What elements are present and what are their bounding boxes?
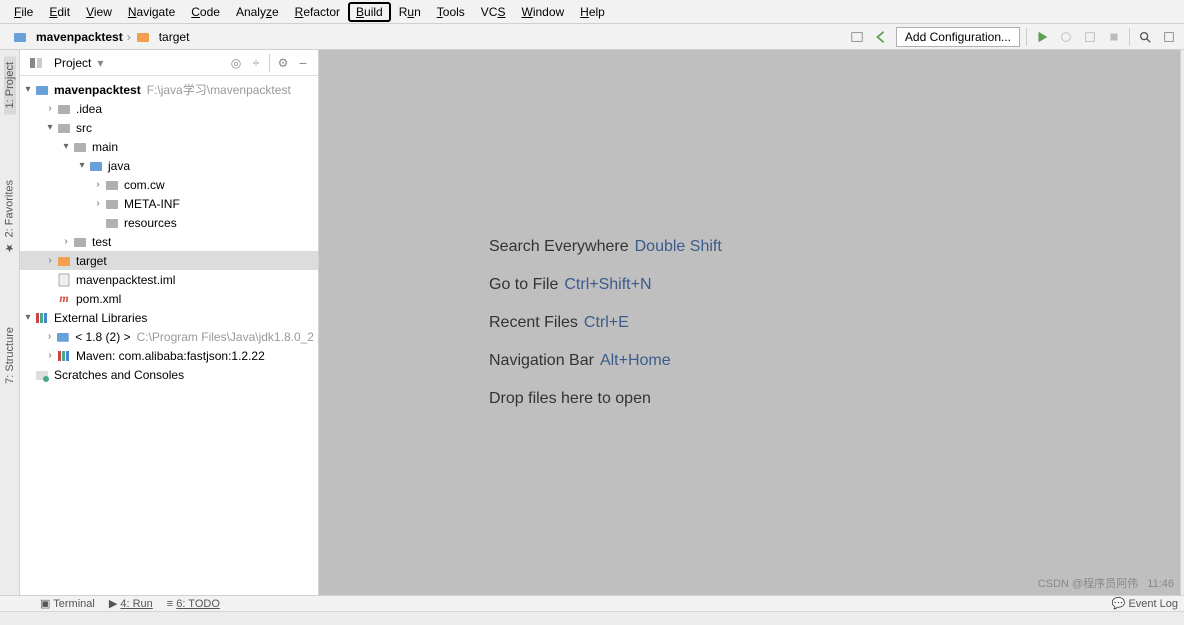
expand-all-icon[interactable]: ÷: [249, 56, 263, 70]
project-panel: Project ▾ ÷ ▾ mavenpacktest F:\java学习\mave…: [20, 50, 319, 595]
editor-empty-state[interactable]: Search EverywhereDouble Shift Go to File…: [319, 50, 1180, 595]
project-panel-header: Project ▾ ÷: [20, 50, 318, 76]
bottom-terminal[interactable]: ▣ Terminal: [40, 597, 95, 610]
tree-test[interactable]: ›test: [20, 232, 318, 251]
tree-root[interactable]: ▾mavenpacktestF:\java学习\mavenpacktest: [20, 80, 318, 99]
add-configuration-button[interactable]: Add Configuration...: [896, 27, 1020, 47]
workspace: 1: Project ★ 2: Favorites 7: Structure P…: [0, 50, 1184, 595]
bottom-eventlog[interactable]: 💬 Event Log: [1112, 597, 1178, 610]
menu-window[interactable]: Window: [513, 3, 572, 21]
tree-idea[interactable]: ›.idea: [20, 99, 318, 118]
coverage-icon[interactable]: [1081, 28, 1099, 46]
tab-project[interactable]: 1: Project: [4, 56, 16, 114]
menu-tools[interactable]: Tools: [429, 3, 473, 21]
tree-comcw[interactable]: ›com.cw: [20, 175, 318, 194]
menu-edit[interactable]: Edit: [41, 3, 78, 21]
menu-file[interactable]: File: [6, 3, 41, 21]
menu-vcs[interactable]: VCS: [473, 3, 514, 21]
menu-navigate[interactable]: Navigate: [120, 3, 183, 21]
gear-icon[interactable]: [276, 56, 290, 70]
select-opened-icon[interactable]: [229, 56, 243, 70]
divider: [1129, 28, 1130, 46]
iml-file-icon: [56, 272, 72, 288]
libraries-icon: [34, 310, 50, 326]
back-arrow-icon[interactable]: [872, 28, 890, 46]
run-icon[interactable]: [1033, 28, 1051, 46]
compass-icon[interactable]: [848, 28, 866, 46]
breadcrumb-item[interactable]: target: [159, 30, 190, 44]
bottom-run[interactable]: ▶ 4: Run: [109, 597, 153, 610]
hint-search: Search EverywhereDouble Shift: [489, 238, 722, 256]
tree-main[interactable]: ▾main: [20, 137, 318, 156]
breadcrumb-project[interactable]: mavenpacktest: [36, 30, 123, 44]
hint-goto: Go to FileCtrl+Shift+N: [489, 276, 652, 294]
project-tree[interactable]: ▾mavenpacktestF:\java学习\mavenpacktest ›.…: [20, 76, 318, 595]
module-icon: [34, 82, 50, 98]
hint-navbar: Navigation BarAlt+Home: [489, 352, 671, 370]
tree-jdk[interactable]: ›< 1.8 (2) >C:\Program Files\Java\jdk1.8…: [20, 327, 318, 346]
jdk-icon: [55, 329, 71, 345]
tree-root-label: mavenpacktest: [54, 83, 141, 97]
folder-icon: [72, 234, 88, 250]
folder-icon: [56, 101, 72, 117]
status-bar: [0, 611, 1184, 625]
tree-maven-lib[interactable]: ›Maven: com.alibaba:fastjson:1.2.22: [20, 346, 318, 365]
menu-code[interactable]: Code: [183, 3, 228, 21]
project-panel-title[interactable]: Project: [54, 56, 91, 70]
tree-iml[interactable]: ›mavenpacktest.iml: [20, 270, 318, 289]
debug-icon[interactable]: [1057, 28, 1075, 46]
resources-folder-icon: [104, 215, 120, 231]
menu-help[interactable]: Help: [572, 3, 613, 21]
watermark: CSDN @程序员阿伟 11:46: [1038, 575, 1174, 591]
bottom-todo[interactable]: ≡ 6: TODO: [167, 598, 220, 610]
hint-drop: Drop files here to open: [489, 390, 651, 408]
folder-icon: [56, 120, 72, 136]
tree-target[interactable]: ›target: [20, 251, 318, 270]
tree-external[interactable]: ▾External Libraries: [20, 308, 318, 327]
project-view-icon: [28, 55, 44, 71]
tree-root-path: F:\java学习\mavenpacktest: [147, 81, 291, 98]
folder-icon: [135, 29, 151, 45]
breadcrumb[interactable]: mavenpacktest › target: [6, 29, 844, 45]
library-icon: [56, 348, 72, 364]
maven-file-icon: m: [56, 291, 72, 307]
menu-analyze[interactable]: Analyze: [228, 3, 287, 21]
back-nav-icon[interactable]: [1160, 28, 1178, 46]
package-icon: [104, 177, 120, 193]
tab-structure[interactable]: 7: Structure: [4, 321, 16, 390]
menu-view[interactable]: View: [78, 3, 120, 21]
dropdown-icon[interactable]: ▾: [97, 56, 103, 70]
tree-java[interactable]: ▾java: [20, 156, 318, 175]
stop-icon[interactable]: [1105, 28, 1123, 46]
tree-metainf[interactable]: ›META-INF: [20, 194, 318, 213]
scratches-icon: [34, 367, 50, 383]
breadcrumb-sep: ›: [127, 30, 131, 44]
divider: [269, 54, 270, 72]
hint-recent: Recent FilesCtrl+E: [489, 314, 629, 332]
hide-icon[interactable]: [296, 56, 310, 70]
menu-build[interactable]: Build: [348, 2, 391, 22]
menu-run[interactable]: Run: [391, 3, 429, 21]
folder-icon: [104, 196, 120, 212]
divider: [1026, 28, 1027, 46]
module-icon: [12, 29, 28, 45]
tab-favorites[interactable]: ★ 2: Favorites: [3, 174, 16, 260]
folder-icon: [72, 139, 88, 155]
left-gutter: 1: Project ★ 2: Favorites 7: Structure: [0, 50, 20, 595]
menu-bar: File Edit View Navigate Code Analyze Ref…: [0, 0, 1184, 24]
search-icon[interactable]: [1136, 28, 1154, 46]
tree-pom[interactable]: ›mpom.xml: [20, 289, 318, 308]
tree-scratches[interactable]: ›Scratches and Consoles: [20, 365, 318, 384]
excluded-folder-icon: [56, 253, 72, 269]
tree-src[interactable]: ▾src: [20, 118, 318, 137]
source-folder-icon: [88, 158, 104, 174]
nav-bar: mavenpacktest › target Add Configuration…: [0, 24, 1184, 50]
toolbar-right: Add Configuration...: [848, 27, 1178, 47]
right-gutter: [1180, 50, 1184, 595]
tree-resources[interactable]: ›resources: [20, 213, 318, 232]
menu-refactor[interactable]: Refactor: [287, 3, 348, 21]
bottom-toolbar: ▣ Terminal ▶ 4: Run ≡ 6: TODO 💬 Event Lo…: [0, 595, 1184, 611]
